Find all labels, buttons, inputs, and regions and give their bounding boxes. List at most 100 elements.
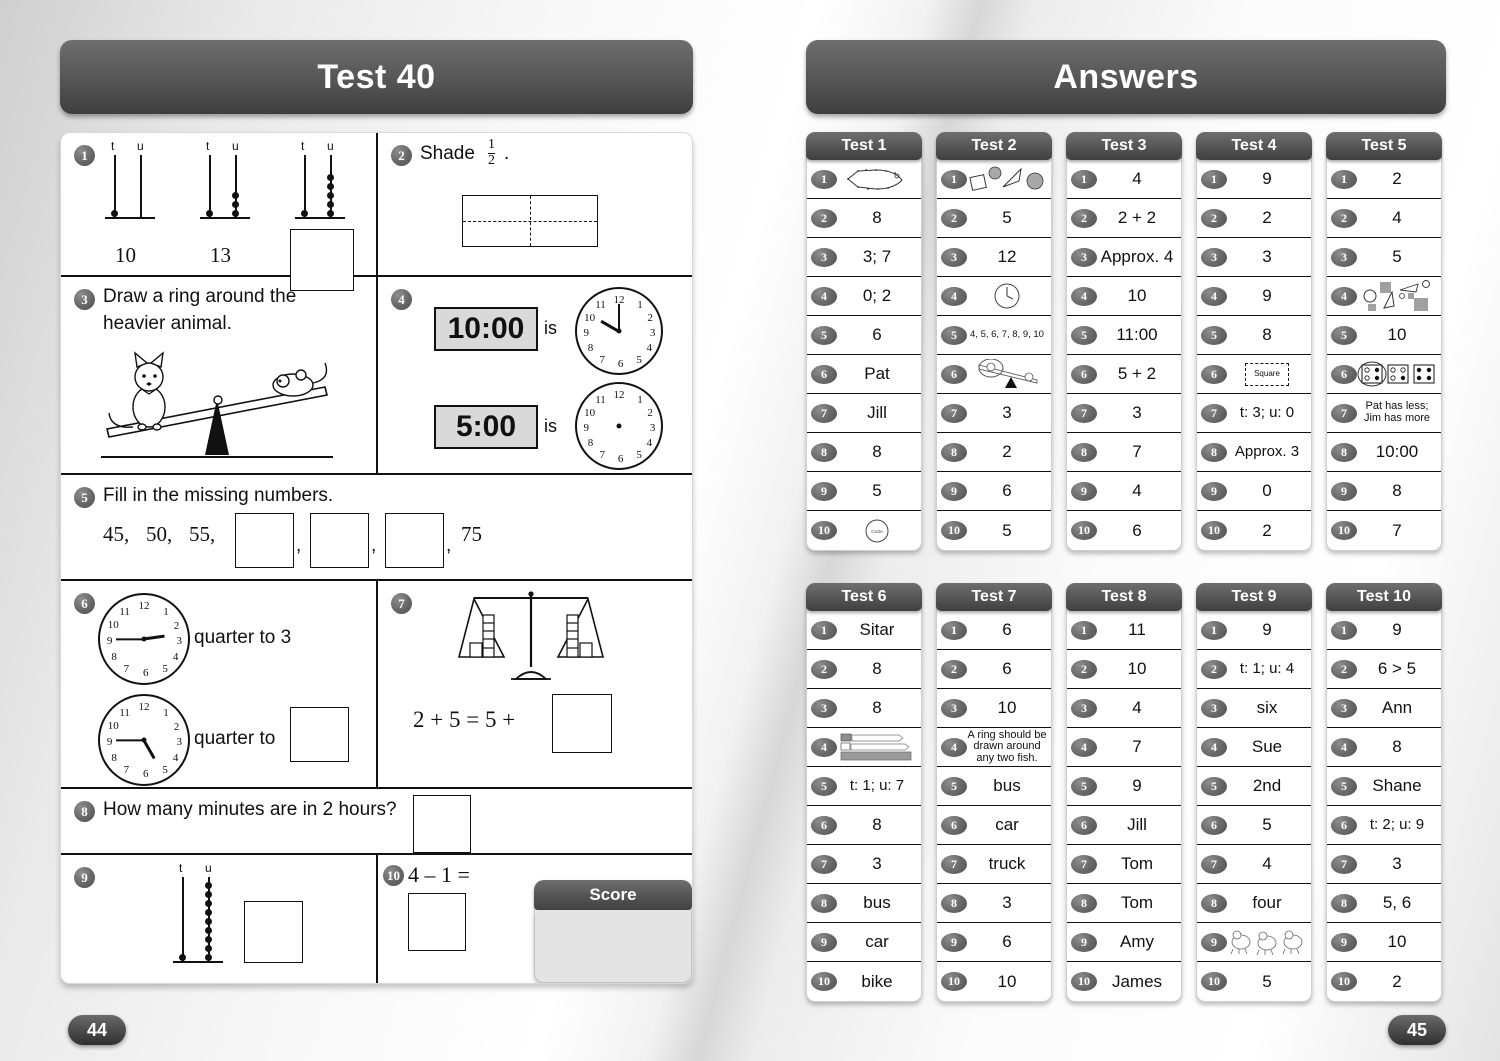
answer-value xyxy=(837,166,917,192)
table-row: 12 xyxy=(1327,160,1441,199)
clock-quarter-to-3[interactable]: 12 1 2 3 4 5 6 7 8 9 10 11 xyxy=(98,593,190,685)
answer-value: 2 xyxy=(1002,442,1012,462)
answer-badge: 2 xyxy=(941,208,967,228)
clock-num-11: 11 xyxy=(595,298,606,311)
answer-value: 5, 6 xyxy=(1382,893,1412,913)
table-body: 14 22 + 2 3 Approx. 4 4 10 5 11:00 65 + 2 7… xyxy=(1066,156,1182,551)
clock-num-10: 10 xyxy=(107,719,119,732)
question-8-answer-box[interactable] xyxy=(413,795,471,853)
clock-pivot xyxy=(141,737,147,743)
answer-badge: 3 xyxy=(1331,247,1357,267)
table-row: 5 10 xyxy=(1327,316,1441,355)
answer-badge: 3 xyxy=(941,698,967,718)
question-9-answer-box[interactable] xyxy=(244,901,303,963)
answer-value: bus xyxy=(993,776,1021,796)
clock-num-1: 1 xyxy=(637,393,643,406)
answer-badge: 9 xyxy=(1201,481,1227,501)
question-2-badge: 2 xyxy=(391,145,412,166)
analog-clock-2-blank[interactable]: 12 1 2 3 4 5 6 7 8 9 10 11 xyxy=(575,382,663,470)
score-entry-area[interactable] xyxy=(534,910,692,983)
abacus-1: t u xyxy=(105,139,161,243)
table-row: 1 Sitar xyxy=(807,611,921,650)
answer-badge: 2 xyxy=(941,659,967,679)
answer-value: 6 xyxy=(872,325,882,345)
answer-value: 9 xyxy=(1262,169,1272,189)
table-row: 28 xyxy=(807,650,921,689)
answer-value: Approx. 3 xyxy=(1234,443,1300,461)
sequence-blank-1[interactable] xyxy=(235,513,294,568)
answer-badge: 2 xyxy=(1201,659,1227,679)
question-4-badge: 4 xyxy=(391,289,412,310)
answer-value: 6 xyxy=(1002,481,1012,501)
answers-title-bar: Answers xyxy=(806,40,1446,114)
answer-table-test-5: Test 5 12 24 35 4 5 10 6 7 Pat has less;… xyxy=(1326,132,1442,551)
table-row: 26 xyxy=(937,650,1051,689)
answer-value: 4 xyxy=(1132,481,1142,501)
answer-badge: 4 xyxy=(941,286,967,306)
score-box[interactable]: Score xyxy=(534,880,692,983)
answer-value: 4 xyxy=(1262,854,1272,874)
question-3-cell: 3 Draw a ring around the heavier animal. xyxy=(61,277,378,473)
table-row: 5 4, 5, 6, 7, 8, 9, 10 xyxy=(937,316,1051,355)
answer-badge: 5 xyxy=(941,776,967,796)
worksheet-row-3: 5 Fill in the missing numbers. 45, 50, 5… xyxy=(61,475,692,581)
abacus-bead xyxy=(232,192,239,199)
seesaw-illustration[interactable] xyxy=(87,337,347,465)
answer-value: 8 xyxy=(1262,325,1272,345)
is-label-2: is xyxy=(544,416,557,436)
table-row: 16 xyxy=(937,611,1051,650)
analog-clock-1[interactable]: 12 1 2 3 4 5 6 7 8 9 10 11 xyxy=(575,287,663,375)
answer-value: Tom xyxy=(1120,893,1154,913)
table-row: 73 xyxy=(1067,394,1181,433)
table-row: 10 7 xyxy=(1327,511,1441,550)
answer-value: 12 xyxy=(997,247,1017,267)
clock-num-3: 3 xyxy=(649,421,656,434)
answer-badge: 10 xyxy=(811,972,837,991)
table-row: 6 car xyxy=(937,806,1051,845)
question-9-cell: 9 t u xyxy=(61,855,378,983)
table-row: 7 3 xyxy=(937,394,1051,433)
clock-num-9: 9 xyxy=(583,421,589,434)
table-row: 2 2 + 2 xyxy=(1067,199,1181,238)
answer-badge: 8 xyxy=(1201,442,1227,462)
sequence-blank-2[interactable] xyxy=(310,513,369,568)
question-6-answer-box[interactable] xyxy=(290,707,349,762)
table-row: 47 xyxy=(1067,728,1181,767)
table-header: Test 3 xyxy=(1066,132,1182,160)
shapes-scatter-icon xyxy=(1363,280,1430,311)
answer-badge: 1 xyxy=(941,620,967,640)
answer-badge: 10 xyxy=(1331,972,1357,991)
answer-value: Jill xyxy=(1127,815,1147,835)
answer-badge: 2 xyxy=(1331,659,1357,679)
answer-value: 3 xyxy=(1262,247,1272,267)
question-7-badge: 7 xyxy=(391,593,412,614)
abacus-bead xyxy=(205,882,212,889)
clock-num-11: 11 xyxy=(119,605,130,618)
answer-value: Pat xyxy=(864,364,890,384)
question-5-text: Fill in the missing numbers. xyxy=(103,485,334,506)
answer-badge: 8 xyxy=(1331,442,1357,462)
table-row: 83 xyxy=(937,884,1051,923)
answer-badge: 10 xyxy=(811,521,837,540)
table-header: Test 6 xyxy=(806,583,922,611)
clock-num-9: 9 xyxy=(106,735,113,748)
table-row: 19 xyxy=(1197,160,1311,199)
table-row: 49 xyxy=(1197,277,1311,316)
abacus-bead xyxy=(205,900,212,907)
question-10-answer-box[interactable] xyxy=(408,893,466,951)
answer-badge: 6 xyxy=(811,815,837,835)
abacus-bead xyxy=(205,891,212,898)
sequence-blank-3[interactable] xyxy=(385,513,444,568)
shade-rectangle[interactable] xyxy=(462,195,598,247)
question-7-answer-box[interactable] xyxy=(552,694,612,753)
answer-badge: 8 xyxy=(811,442,837,462)
answers-grid: Test 1 1 2 8 3 3; 7 4 0; 2 5 6 6 Pat 7 J… xyxy=(806,132,1446,1034)
answer-badge: 10 xyxy=(941,972,967,991)
table-row: 65 xyxy=(1197,806,1311,845)
table-row: 9 xyxy=(1197,923,1311,962)
clock-num-8: 8 xyxy=(111,751,117,764)
clock-minute-hand xyxy=(617,304,621,331)
clock-quarter-to-blank[interactable]: 12 1 2 3 4 5 6 7 8 9 10 11 xyxy=(98,694,190,786)
table-row: 1 xyxy=(807,160,921,199)
answer-badge: 5 xyxy=(1201,325,1227,345)
